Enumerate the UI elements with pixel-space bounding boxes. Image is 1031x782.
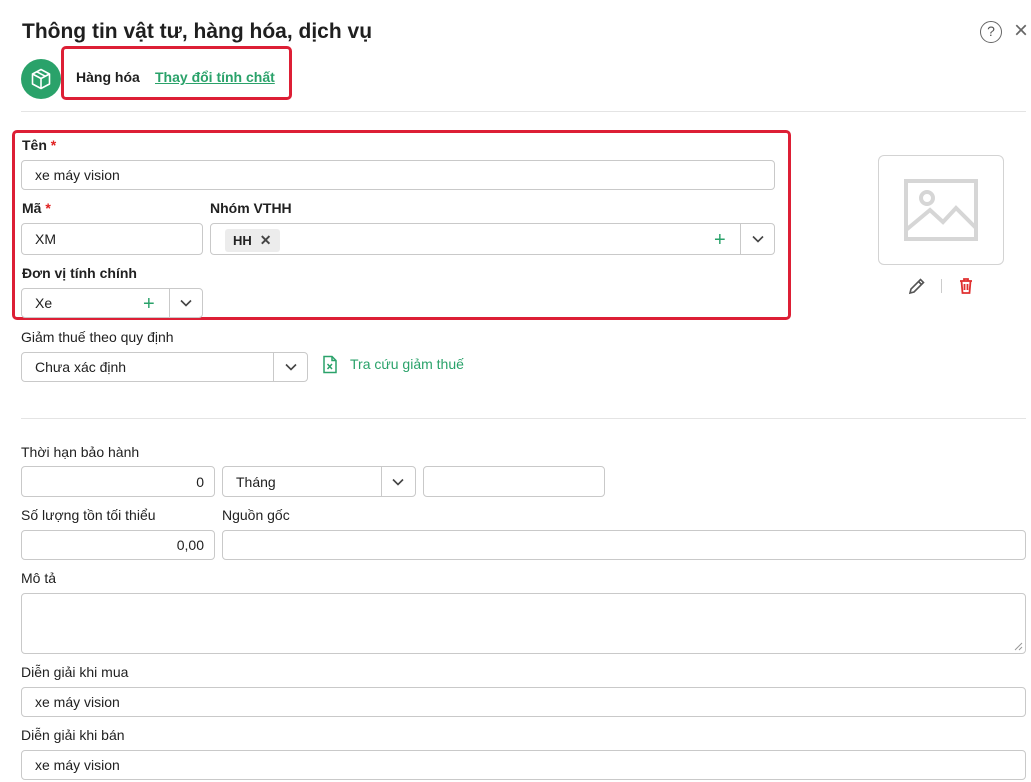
help-icon[interactable]: ? <box>980 21 1002 43</box>
sale-desc-input[interactable]: xe máy vision <box>21 750 1026 780</box>
description-label: Mô tả <box>21 570 57 586</box>
box-icon <box>21 59 61 99</box>
add-unit-icon[interactable]: + <box>143 294 155 314</box>
sale-desc-value: xe máy vision <box>35 757 120 773</box>
dialog-title: Thông tin vật tư, hàng hóa, dịch vụ <box>22 20 373 43</box>
unit-value: Xe <box>35 295 53 311</box>
group-select[interactable]: HH ✕ + <box>210 223 775 255</box>
chevron-down-icon[interactable] <box>391 475 405 489</box>
tax-lookup-link[interactable]: Tra cứu giảm thuế <box>350 356 464 372</box>
warranty-input[interactable]: 0 <box>21 466 215 497</box>
warranty-unit-select[interactable]: Tháng <box>222 466 416 497</box>
edit-image-icon[interactable] <box>907 276 927 296</box>
min-stock-input[interactable]: 0,00 <box>21 530 215 560</box>
purchase-desc-value: xe máy vision <box>35 694 120 710</box>
code-field[interactable]: XM <box>21 223 203 255</box>
divider <box>21 111 1026 112</box>
divider <box>21 418 1026 419</box>
code-label: Mã * <box>22 200 51 216</box>
chevron-down-icon[interactable] <box>284 360 298 374</box>
image-icon <box>904 179 978 241</box>
item-type-label: Hàng hóa <box>76 69 140 85</box>
unit-select[interactable]: Xe + <box>21 288 203 318</box>
purchase-desc-input[interactable]: xe máy vision <box>21 687 1026 717</box>
name-field[interactable]: xe máy vision <box>21 160 775 190</box>
origin-label: Nguồn gốc <box>222 507 290 523</box>
chevron-down-icon[interactable] <box>179 296 193 310</box>
tax-select[interactable]: Chưa xác định <box>21 352 308 382</box>
tax-value: Chưa xác định <box>35 359 127 375</box>
group-tag-label: HH <box>233 233 252 248</box>
tax-label: Giảm thuế theo quy định <box>21 329 174 345</box>
change-type-link[interactable]: Thay đổi tính chất <box>155 69 275 85</box>
unit-label: Đơn vị tính chính <box>22 265 137 281</box>
code-value: XM <box>35 231 56 247</box>
product-image-placeholder[interactable] <box>878 155 1004 265</box>
group-tag: HH ✕ <box>225 229 280 252</box>
warranty-label: Thời hạn bảo hành <box>21 444 140 460</box>
min-stock-label: Số lượng tồn tối thiểu <box>21 507 156 523</box>
add-group-icon[interactable]: + <box>714 230 726 250</box>
delete-image-icon[interactable] <box>956 276 976 296</box>
warranty-value: 0 <box>196 473 204 490</box>
chevron-down-icon[interactable] <box>751 232 765 246</box>
name-value: xe máy vision <box>35 167 120 183</box>
excel-file-icon[interactable] <box>321 355 339 374</box>
name-label: Tên * <box>22 137 57 153</box>
warranty-unit-value: Tháng <box>236 473 276 490</box>
group-label: Nhóm VTHH <box>210 200 292 216</box>
sale-desc-label: Diễn giải khi bán <box>21 727 125 743</box>
min-stock-value: 0,00 <box>176 537 204 553</box>
purchase-desc-label: Diễn giải khi mua <box>21 664 129 680</box>
description-textarea[interactable] <box>21 593 1026 654</box>
remove-tag-icon[interactable]: ✕ <box>260 232 272 249</box>
warranty-extra-input[interactable] <box>423 466 605 497</box>
origin-input[interactable] <box>222 530 1026 560</box>
resize-handle-icon[interactable] <box>1014 642 1023 651</box>
divider <box>941 279 942 293</box>
close-icon[interactable]: × <box>1014 18 1028 44</box>
